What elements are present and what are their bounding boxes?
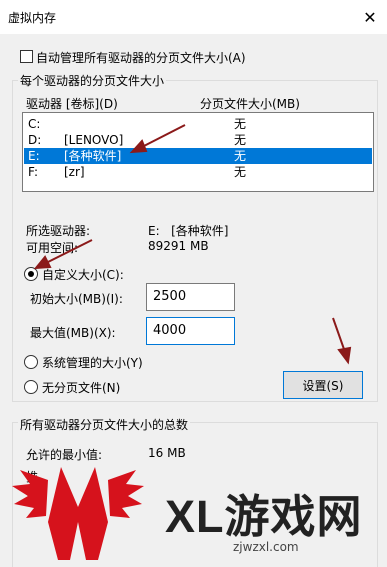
- min-allowed-label: 允许的最小值:: [26, 448, 103, 462]
- winged-x-icon: [12, 467, 144, 560]
- drive-letter: E:: [28, 149, 40, 163]
- title-bar: 虚拟内存 ✕: [0, 0, 387, 34]
- column-header-size: 分页文件大小(MB): [200, 97, 300, 111]
- drive-size: 无: [234, 133, 247, 147]
- drive-size: 无: [234, 149, 247, 163]
- window-title: 虚拟内存: [8, 11, 57, 25]
- initial-size-input[interactable]: 2500: [146, 283, 235, 311]
- no-paging-file-label[interactable]: 无分页文件(N): [42, 379, 120, 396]
- drives-group-legend: 每个驱动器的分页文件大小: [18, 72, 167, 89]
- drive-label: [各种软件]: [64, 149, 122, 163]
- column-header-drive: 驱动器 [卷标](D): [26, 97, 118, 111]
- custom-size-label[interactable]: 自定义大小(C):: [42, 266, 124, 283]
- custom-size-radio[interactable]: [24, 267, 38, 281]
- selected-drive-label: 所选驱动器:: [26, 224, 91, 238]
- initial-size-label: 初始大小(MB)(I):: [30, 292, 123, 306]
- drive-row-f[interactable]: F: [zr] 无: [24, 164, 372, 180]
- drive-row-c[interactable]: C: 无: [24, 116, 372, 132]
- totals-group-legend: 所有驱动器分页文件大小的总数: [18, 416, 191, 433]
- max-size-label: 最大值(MB)(X):: [30, 326, 116, 340]
- free-space-label: 可用空间:: [26, 241, 79, 255]
- auto-manage-label[interactable]: 自动管理所有驱动器的分页文件大小(A): [36, 49, 246, 66]
- no-paging-file-radio[interactable]: [24, 380, 38, 394]
- drive-row-e[interactable]: E: [各种软件] 无: [24, 148, 372, 164]
- system-managed-radio[interactable]: [24, 355, 38, 369]
- selected-drive-value: E: [各种软件]: [148, 224, 229, 238]
- close-icon[interactable]: ✕: [353, 0, 387, 34]
- free-space-value: 89291 MB: [148, 239, 209, 253]
- min-allowed-value: 16 MB: [148, 446, 186, 460]
- system-managed-label[interactable]: 系统管理的大小(Y): [42, 354, 143, 371]
- drive-row-d[interactable]: D: [LENOVO] 无: [24, 132, 372, 148]
- drive-letter: D:: [28, 133, 42, 147]
- drive-listbox[interactable]: C: 无 D: [LENOVO] 无 E: [各种软件] 无 F: [zr] 无: [22, 112, 374, 192]
- set-button[interactable]: 设置(S): [283, 371, 363, 399]
- drive-letter: C:: [28, 117, 41, 131]
- drive-label: [zr]: [64, 165, 85, 179]
- drive-letter: F:: [28, 165, 39, 179]
- drive-label: [LENOVO]: [64, 133, 124, 147]
- watermark-url: zjwzxl.com: [233, 540, 299, 554]
- drive-size: 无: [234, 117, 247, 131]
- drive-size: 无: [234, 165, 247, 179]
- auto-manage-checkbox[interactable]: [20, 50, 33, 63]
- max-size-input[interactable]: 4000: [146, 317, 235, 345]
- watermark-brand: XL游戏网: [165, 491, 363, 542]
